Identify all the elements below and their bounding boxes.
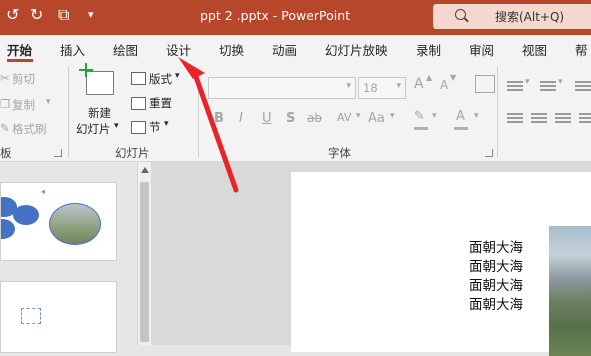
annotation-arrow <box>178 57 239 193</box>
annotation-arrow-head <box>178 57 205 79</box>
annotation-arrow-shaft <box>192 71 239 193</box>
